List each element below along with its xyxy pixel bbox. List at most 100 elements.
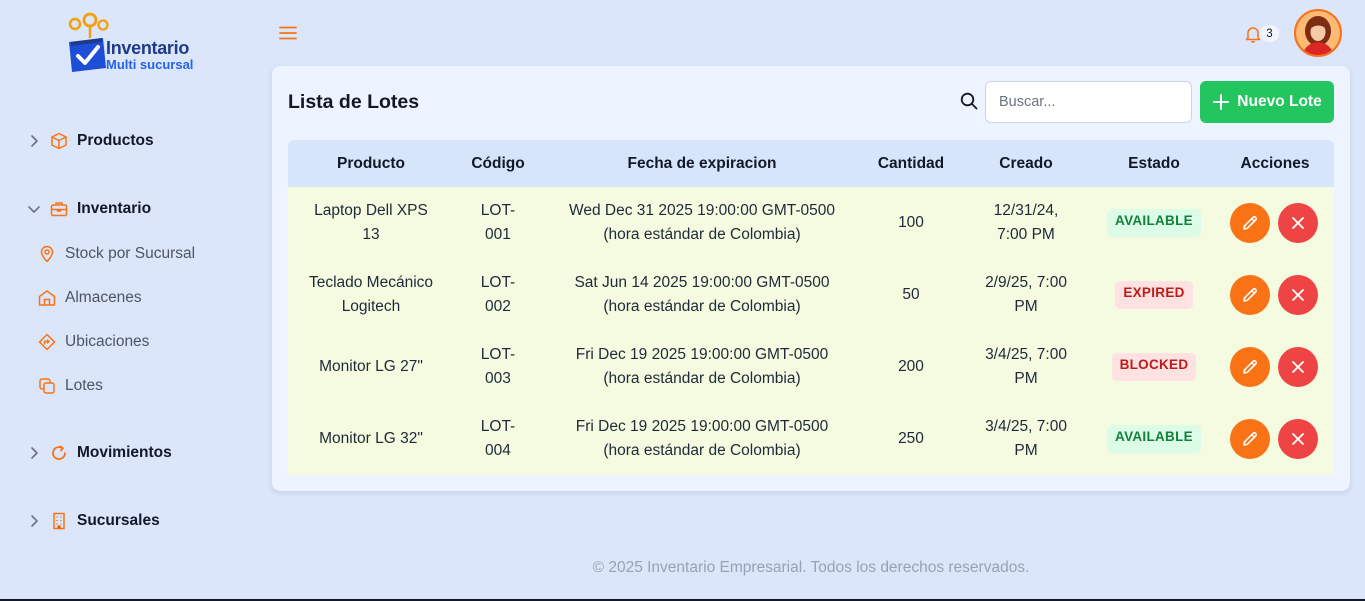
sidebar-group-movimientos[interactable]: Movimientos — [26, 441, 172, 465]
delete-button[interactable] — [1278, 275, 1318, 315]
cell-text: 100 — [898, 214, 924, 231]
cell-text-line: 3/4/25, 7:00 — [985, 346, 1067, 363]
cell-producto: Monitor LG 27" — [288, 331, 454, 403]
chevron-right-icon — [26, 445, 42, 461]
column-header-codigo[interactable]: Código — [454, 140, 542, 187]
building-icon — [50, 512, 68, 530]
edit-button[interactable] — [1230, 275, 1270, 315]
table-row: Monitor LG 27" LOT- 003 Fri Dec 19 2025 19:… — [288, 331, 1334, 403]
cell-estado: AVAILABLE — [1092, 187, 1216, 259]
sidebar-group-productos[interactable]: Productos — [26, 129, 154, 153]
close-icon — [1292, 361, 1304, 373]
column-header-creado[interactable]: Creado — [960, 140, 1092, 187]
cell-text: 250 — [898, 430, 924, 447]
pencil-icon — [1243, 432, 1257, 446]
cell-text: 200 — [898, 358, 924, 375]
sidebar-item-label: Ubicaciones — [65, 333, 150, 350]
delete-button[interactable] — [1278, 419, 1318, 459]
cell-creado: 12/31/24, 7:00 PM — [960, 187, 1092, 259]
cell-text-line: LOT- — [480, 202, 516, 219]
cell-text-line: 13 — [362, 226, 380, 243]
copy-icon — [38, 377, 56, 395]
logo-icon — [68, 12, 109, 72]
cell-text-line: Monitor LG 27" — [319, 358, 423, 375]
sidebar-group-inventario[interactable]: Inventario — [26, 197, 151, 221]
user-avatar[interactable] — [1294, 9, 1342, 57]
cell-text-line: LOT- — [480, 418, 516, 435]
sidebar-item-lotes[interactable]: Lotes — [38, 375, 103, 397]
cell-text-line: 002 — [485, 298, 511, 315]
status-badge: AVAILABLE — [1107, 209, 1201, 237]
cell-cantidad: 250 — [862, 403, 960, 475]
column-header-producto[interactable]: Producto — [288, 140, 454, 187]
cell-producto: Teclado Mecánico Logitech — [288, 259, 454, 331]
sidebar-item-almacenes[interactable]: Almacenes — [38, 287, 142, 309]
cell-text-line: 004 — [485, 442, 511, 459]
cell-text-line: 12/31/24, — [993, 202, 1059, 219]
map-pin-icon — [38, 245, 56, 263]
cell-codigo: LOT- 002 — [454, 259, 542, 331]
sidebar-item-stock-por-sucursal[interactable]: Stock por Sucursal — [38, 243, 195, 265]
footer-copyright: © 2025 Inventario Empresarial. Todos los… — [592, 559, 1030, 576]
chevron-down-icon — [26, 201, 42, 217]
search-input[interactable] — [985, 81, 1192, 123]
delete-button[interactable] — [1278, 347, 1318, 387]
cell-text: 50 — [902, 286, 920, 303]
cell-text-line: Laptop Dell XPS — [314, 202, 428, 219]
cell-text-line: Fri Dec 19 2025 19:00:00 GMT-0500 — [575, 418, 829, 435]
brand-subtitle: Multi sucursal — [106, 57, 194, 72]
column-header-estado[interactable]: Estado — [1092, 140, 1216, 187]
cell-producto: Laptop Dell XPS 13 — [288, 187, 454, 259]
cell-text-line: 003 — [485, 370, 511, 387]
notification-count-badge: 3 — [1260, 25, 1279, 42]
box-icon — [50, 132, 68, 150]
cell-text-line: Monitor LG 32" — [319, 430, 423, 447]
status-badge: AVAILABLE — [1107, 425, 1201, 453]
cell-fecha-expiracion: Fri Dec 19 2025 19:00:00 GMT-0500 (hora e… — [542, 331, 862, 403]
cell-text-line: (hora estándar de Colombia) — [603, 298, 801, 315]
close-icon — [1292, 289, 1304, 301]
column-header-cantidad[interactable]: Cantidad — [862, 140, 960, 187]
sidebar-group-label: Productos — [77, 132, 154, 149]
cell-fecha-expiracion: Fri Dec 19 2025 19:00:00 GMT-0500 (hora e… — [542, 403, 862, 475]
edit-button[interactable] — [1230, 203, 1270, 243]
pencil-icon — [1243, 288, 1257, 302]
brand-logo[interactable]: Inventario Multi sucursal — [66, 12, 206, 76]
cell-creado: 2/9/25, 7:00 PM — [960, 259, 1092, 331]
page-title: Lista de Lotes — [288, 91, 420, 113]
cell-text-line: PM — [1014, 298, 1038, 315]
cell-text-line: 3/4/25, 7:00 — [985, 418, 1067, 435]
cell-text-line: (hora estándar de Colombia) — [603, 370, 801, 387]
delete-button[interactable] — [1278, 203, 1318, 243]
cell-cantidad: 200 — [862, 331, 960, 403]
cell-text-line: LOT- — [480, 274, 516, 291]
cell-text-line: 001 — [485, 226, 511, 243]
sidebar-group-label: Sucursales — [77, 512, 160, 529]
column-header-acciones: Acciones — [1240, 154, 1310, 172]
sidebar-group-label: Inventario — [77, 200, 152, 217]
column-header-fecha[interactable]: Fecha de expiracion — [542, 140, 862, 187]
cell-text-line: (hora estándar de Colombia) — [603, 442, 801, 459]
cell-text-line: 7:00 PM — [997, 226, 1055, 243]
brand-title: Inventario — [106, 38, 190, 58]
lotes-card: Lista de Lotes Nuevo Lote Producto Códig… — [272, 66, 1350, 491]
table-header: Producto Código Fecha de expiracion Cant… — [288, 140, 1334, 187]
cell-estado: AVAILABLE — [1092, 403, 1216, 475]
sidebar-group-sucursales[interactable]: Sucursales — [26, 509, 160, 533]
cell-estado: BLOCKED — [1092, 331, 1216, 403]
status-badge: BLOCKED — [1111, 353, 1197, 381]
menu-toggle-button[interactable] — [278, 24, 298, 42]
new-lote-button[interactable]: Nuevo Lote — [1200, 81, 1334, 123]
table-row: Laptop Dell XPS 13 LOT- 001 Wed Dec 31 2025 … — [288, 187, 1334, 259]
lotes-table: Producto Código Fecha de expiracion Cant… — [288, 140, 1334, 475]
cell-codigo: LOT- 003 — [454, 331, 542, 403]
app-root: Inventario Multi sucursal Productos Inve… — [0, 0, 1365, 601]
edit-button[interactable] — [1230, 347, 1270, 387]
chevron-right-icon — [26, 513, 42, 529]
edit-button[interactable] — [1230, 419, 1270, 459]
cell-text-line: Logitech — [341, 298, 401, 315]
cell-producto: Monitor LG 32" — [288, 403, 454, 475]
briefcase-icon — [50, 200, 68, 218]
cell-cantidad: 50 — [862, 259, 960, 331]
sidebar-item-ubicaciones[interactable]: Ubicaciones — [38, 331, 149, 353]
